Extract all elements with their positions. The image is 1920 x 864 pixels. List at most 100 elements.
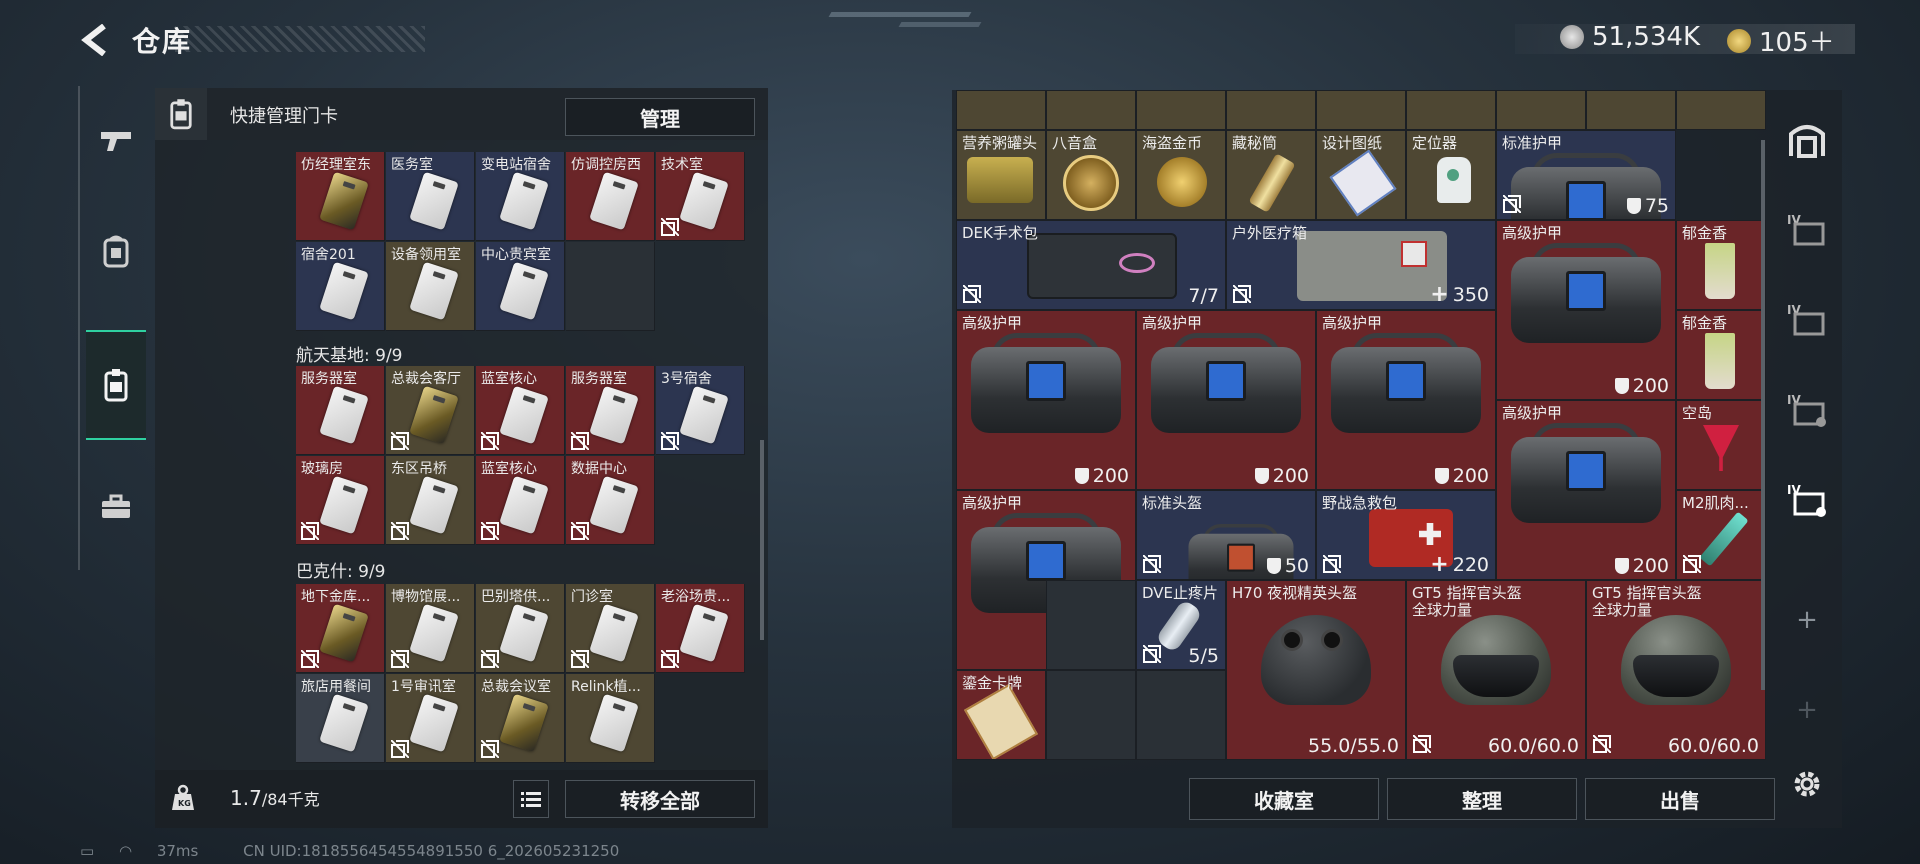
currency-coins[interactable]: 51,534K: [1560, 22, 1700, 52]
keycard-slot[interactable]: 中心贵宾室: [476, 242, 565, 331]
stash-item[interactable]: 藏秘筒: [1226, 130, 1316, 220]
stash-item[interactable]: 定位器: [1406, 130, 1496, 220]
stash-item-cropped[interactable]: [1046, 90, 1136, 130]
keycard-slot[interactable]: 蓝室核心: [476, 456, 565, 545]
keycard-slot[interactable]: 技术室: [656, 152, 745, 241]
stash-item[interactable]: 营养粥罐头: [956, 130, 1046, 220]
no-transfer-icon: [481, 432, 499, 450]
stash-item[interactable]: DVE止疼片 5/5: [1136, 580, 1226, 670]
nav-keycards[interactable]: [86, 330, 146, 440]
nav-container-1[interactable]: IV: [1785, 208, 1829, 252]
keycard-slot[interactable]: 旅店用餐间: [296, 674, 385, 763]
stash-item-cropped[interactable]: [1406, 90, 1496, 130]
nav-container-2[interactable]: IV: [1785, 298, 1829, 342]
stash-item[interactable]: 野战急救包 +220: [1316, 490, 1496, 580]
keycard-slot[interactable]: 变电站宿舍: [476, 152, 565, 241]
add-icon[interactable]: +: [1785, 598, 1829, 642]
stash-item[interactable]: 鎏金卡牌: [956, 670, 1046, 760]
nav-stash[interactable]: [1785, 118, 1829, 162]
stash-item[interactable]: 郁金香: [1676, 310, 1766, 400]
stash-item-cropped[interactable]: [1136, 90, 1226, 130]
empty-slot[interactable]: [1136, 670, 1226, 760]
stash-item[interactable]: GT5 指挥官头盔 全球力量 60.0/60.0: [1586, 580, 1766, 760]
no-transfer-icon: [391, 432, 409, 450]
keycard-slot[interactable]: 服务器室: [566, 366, 655, 455]
stash-item-cropped[interactable]: [1496, 90, 1586, 130]
keycard-slot[interactable]: 数据中心: [566, 456, 655, 545]
stash-scrollbar[interactable]: [1761, 140, 1765, 690]
keycard-name: 医务室: [391, 157, 433, 173]
keycard-slot[interactable]: 设备领用室: [386, 242, 475, 331]
transfer-all-button[interactable]: 转移全部: [565, 780, 755, 818]
keycard-slot[interactable]: 医务室: [386, 152, 475, 241]
manage-button[interactable]: 管理: [565, 98, 755, 136]
currency-premium[interactable]: 105＋: [1727, 22, 1835, 59]
food-can-image: [967, 157, 1033, 203]
stash-item[interactable]: 高级护甲 200: [956, 310, 1136, 490]
keycard-slot[interactable]: 仿调控房西: [566, 152, 655, 241]
stash-item[interactable]: GT5 指挥官头盔 全球力量 60.0/60.0: [1406, 580, 1586, 760]
container-nav: IV IV IV IV + +: [1775, 90, 1835, 828]
keycard-slot[interactable]: 总裁会客厅: [386, 366, 475, 455]
keycard-slot[interactable]: 巴别塔供...: [476, 584, 565, 673]
stash-item[interactable]: 郁金香: [1676, 220, 1766, 310]
stash-item-cropped[interactable]: [1316, 90, 1406, 130]
stash-item[interactable]: 标准护甲 75: [1496, 130, 1676, 220]
keycard-name: 变电站宿舍: [481, 157, 551, 173]
wifi-icon: ◠: [118, 842, 133, 860]
keycard-slot[interactable]: 1号审讯室: [386, 674, 475, 763]
nav-equipment[interactable]: [86, 196, 146, 306]
stash-item[interactable]: 高级护甲 200: [1496, 400, 1676, 580]
empty-slot[interactable]: [1046, 580, 1136, 670]
stash-item-cropped[interactable]: [1586, 90, 1676, 130]
nav-container-4[interactable]: IV: [1785, 478, 1829, 522]
item-name: 郁金香: [1682, 314, 1728, 332]
keycard-slot[interactable]: 老浴场贵...: [656, 584, 745, 673]
stash-item[interactable]: H70 夜视精英头盔 55.0/55.0: [1226, 580, 1406, 760]
stash-item[interactable]: 高级护甲 200: [1496, 220, 1676, 400]
keycard-image: [319, 385, 369, 445]
sell-button[interactable]: 出售: [1585, 778, 1775, 820]
stash-item-cropped[interactable]: [956, 90, 1046, 130]
keycard-slot[interactable]: 3号宿舍: [656, 366, 745, 455]
keycard-scrollbar[interactable]: [760, 440, 764, 640]
stash-item[interactable]: 标准头盔 50: [1136, 490, 1316, 580]
back-button[interactable]: [78, 22, 112, 58]
stash-item[interactable]: M2肌肉...: [1676, 490, 1766, 580]
keycard-slot[interactable]: 东区吊桥: [386, 456, 475, 545]
nav-weapons[interactable]: [86, 86, 146, 196]
nav-briefcase[interactable]: [86, 452, 146, 562]
collection-room-button[interactable]: 收藏室: [1189, 778, 1379, 820]
keycard-slot[interactable]: 蓝室核心: [476, 366, 565, 455]
keycard-slot[interactable]: 地下金库...: [296, 584, 385, 673]
stash-item[interactable]: 户外医疗箱 +350: [1226, 220, 1496, 310]
stash-item-cropped[interactable]: [1676, 90, 1766, 130]
stash-item[interactable]: DEK手术包 7/7: [956, 220, 1226, 310]
item-name: 高级护甲: [962, 314, 1023, 332]
sort-button[interactable]: 整理: [1387, 778, 1577, 820]
keycard-slot[interactable]: 服务器室: [296, 366, 385, 455]
keycard-slot[interactable]: 总裁会议室: [476, 674, 565, 763]
keycard-slot[interactable]: 玻璃房: [296, 456, 385, 545]
stash-item[interactable]: 设计图纸: [1316, 130, 1406, 220]
stash-item[interactable]: 高级护甲 200: [1136, 310, 1316, 490]
settings-button[interactable]: [1785, 762, 1829, 806]
add-icon[interactable]: +: [1785, 688, 1829, 732]
keycard-slot[interactable]: 博物馆展...: [386, 584, 475, 673]
keycard-slot[interactable]: Relink植...: [566, 674, 655, 763]
empty-slot[interactable]: [1046, 670, 1136, 760]
helmet-image: [1611, 605, 1741, 715]
keycard-image: [409, 385, 459, 445]
health-plus-icon: +: [1430, 552, 1449, 577]
stash-item[interactable]: 海盗金币: [1136, 130, 1226, 220]
stash-item-cropped[interactable]: [1226, 90, 1316, 130]
stash-item[interactable]: 空岛: [1676, 400, 1766, 490]
keycard-slot[interactable]: 宿舍201: [296, 242, 385, 331]
nav-container-3[interactable]: IV: [1785, 388, 1829, 432]
list-view-button[interactable]: [513, 780, 549, 818]
empty-slot[interactable]: [566, 242, 655, 331]
keycard-slot[interactable]: 门诊室: [566, 584, 655, 673]
stash-item[interactable]: 高级护甲 200: [1316, 310, 1496, 490]
keycard-slot[interactable]: 仿经理室东: [296, 152, 385, 241]
stash-item[interactable]: 八音盒: [1046, 130, 1136, 220]
